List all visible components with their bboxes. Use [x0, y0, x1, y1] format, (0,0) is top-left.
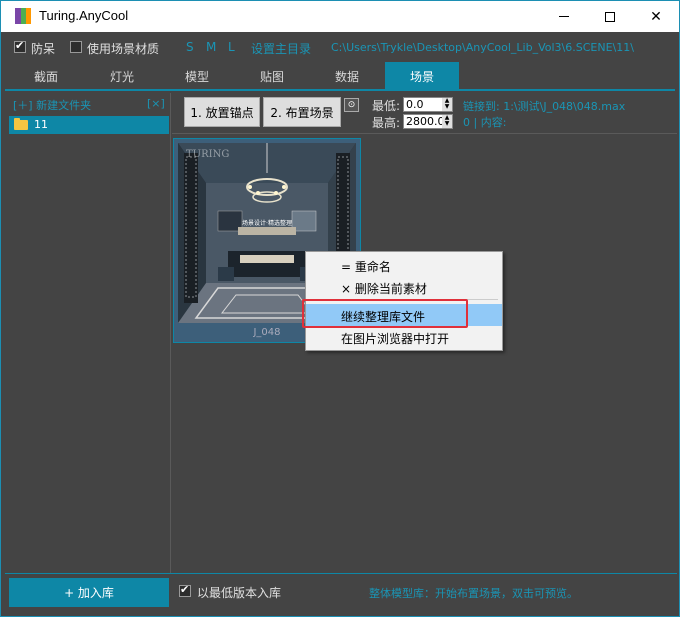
menu-item-delete[interactable]: × 删除当前素材 [306, 276, 502, 298]
tab-textures[interactable]: 贴图 [235, 62, 309, 90]
size-m-button[interactable]: M [206, 40, 216, 54]
highlight-frame [302, 299, 468, 328]
new-folder-button[interactable]: [＋] 新建文件夹 [13, 97, 91, 113]
window-title: Turing.AnyCool [39, 8, 129, 23]
thumbnail-watermark: TURING [186, 149, 229, 160]
set-main-dir-button[interactable]: 设置主目录 [251, 40, 311, 57]
min-value-spinner[interactable]: 0.0 ▲ ▼ [403, 97, 453, 112]
current-path: C:\Users\Trykle\Desktop\AnyCool_Lib_Vol3… [331, 41, 634, 54]
target-icon[interactable]: ⊙ [344, 98, 359, 112]
place-anchor-button[interactable]: 1. 放置锚点 [184, 97, 260, 127]
tab-lights[interactable]: 灯光 [85, 62, 159, 90]
menu-item-open-in-viewer[interactable]: 在图片浏览器中打开 [306, 326, 502, 348]
folder-item[interactable]: 11 [9, 116, 169, 134]
use-scene-material-checkbox[interactable] [70, 41, 82, 53]
link-to-text: 链接到: 1:\测试\J_048\048.max [463, 100, 626, 113]
maximize-button[interactable] [587, 1, 633, 32]
arrange-scene-button[interactable]: 2. 布置场景 [263, 97, 341, 127]
content-info-text: 0 | 内容: [463, 116, 507, 129]
tab-data[interactable]: 数据 [309, 62, 385, 90]
lowest-version-checkbox[interactable] [179, 583, 191, 597]
anti-stupid-checkbox[interactable] [14, 39, 26, 53]
close-icon: ✕ [650, 8, 662, 25]
use-scene-material-label: 使用场景材质 [87, 42, 160, 56]
close-button[interactable]: ✕ [633, 1, 679, 32]
lowest-version-label: 以最低版本入库 [197, 586, 282, 600]
size-s-button[interactable]: S [186, 40, 194, 54]
app-logo-icon [15, 8, 31, 24]
maximize-icon [605, 11, 615, 22]
collapse-button[interactable]: [×] [147, 97, 165, 110]
tab-section[interactable]: 截面 [7, 62, 85, 90]
tab-underline [5, 89, 675, 91]
tab-bar: 截面 灯光 模型 贴图 数据 场景 [1, 62, 679, 90]
max-value-spinner[interactable]: 2800.0 ▲ ▼ [403, 114, 453, 129]
thumbnail-sign-text: 场景设计·精选整理 [242, 219, 292, 227]
bottom-divider [5, 573, 677, 574]
size-l-button[interactable]: L [228, 40, 235, 54]
anti-stupid-label: 防呆 [31, 42, 56, 56]
tab-models[interactable]: 模型 [159, 62, 235, 90]
option-row: 防呆 使用场景材质 S M L 设置主目录 C:\Users\Trykle\De… [1, 32, 679, 62]
spinner-arrows-icon[interactable]: ▲ ▼ [442, 98, 452, 111]
folder-label: 11 [34, 118, 48, 131]
minimize-icon [559, 16, 569, 17]
add-to-library-button[interactable]: + 加入库 [9, 578, 169, 607]
content-divider [172, 133, 677, 134]
minimize-button[interactable] [541, 1, 587, 32]
spinner-arrows-icon[interactable]: ▲ ▼ [442, 115, 452, 128]
tab-scene[interactable]: 场景 [385, 62, 459, 90]
folder-panel: [＋] 新建文件夹 [×] 11 [7, 93, 171, 573]
menu-item-rename[interactable]: = 重命名 [306, 254, 502, 276]
max-label: 最高: [372, 116, 401, 130]
status-text: 整体模型库：开始布置场景，双击可预览。 [369, 587, 578, 600]
title-bar: Turing.AnyCool ✕ [1, 1, 679, 32]
min-label: 最低: [372, 99, 401, 113]
app-window: Turing.AnyCool ✕ 防呆 使用场景材质 S M L 设置主目录 C… [0, 0, 680, 617]
folder-icon [14, 118, 28, 130]
